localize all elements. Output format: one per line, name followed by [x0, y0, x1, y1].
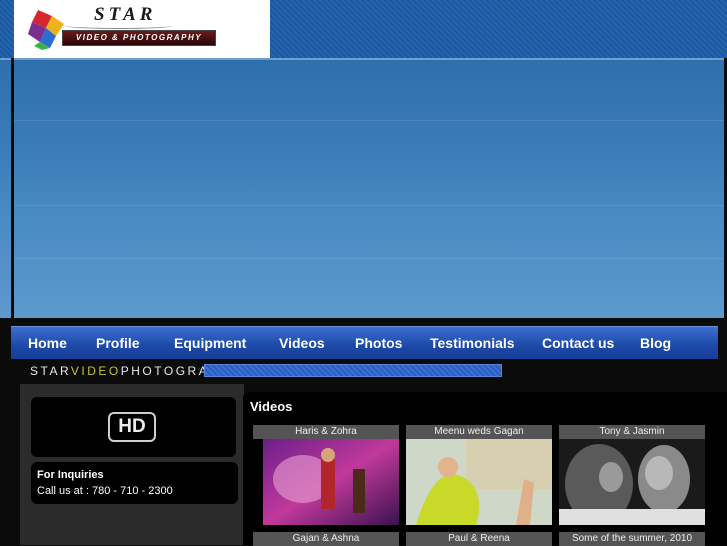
banner-divider — [0, 58, 727, 60]
video-title: Some of the summer, 2010 — [559, 532, 705, 546]
video-card[interactable]: Haris & Zohra — [253, 425, 399, 439]
site-logo[interactable]: STAR VIDEO & PHOTOGRAPHY — [14, 0, 270, 58]
banner-band — [14, 120, 724, 121]
video-card[interactable]: Gajan & Ashna — [253, 532, 399, 546]
videos-heading: Videos — [250, 399, 293, 414]
logo-subtitle: VIDEO & PHOTOGRAPHY — [62, 30, 216, 46]
nav-equipment[interactable]: Equipment — [174, 327, 246, 359]
nav-videos[interactable]: Videos — [279, 327, 325, 359]
inquiries-title: For Inquiries — [37, 469, 104, 481]
video-thumbnail[interactable] — [263, 439, 399, 525]
video-card[interactable]: Some of the summer, 2010 — [559, 532, 705, 546]
nav-home[interactable]: Home — [28, 327, 67, 359]
video-title: Paul & Reena — [406, 532, 552, 546]
nav-photos[interactable]: Photos — [355, 327, 402, 359]
nav-blog[interactable]: Blog — [640, 327, 671, 359]
banner-edge-left — [11, 58, 14, 318]
video-thumbnail[interactable] — [406, 439, 552, 525]
tagline-video: VIDEO — [70, 364, 121, 378]
inquiries-box: For Inquiries Call us at : 780 - 710 - 2… — [31, 462, 238, 504]
logo-title: STAR — [94, 4, 157, 25]
video-card[interactable]: Paul & Reena — [406, 532, 552, 546]
nav-testimonials[interactable]: Testimonials — [430, 327, 515, 359]
tagline-pattern-bar — [204, 364, 502, 377]
banner-band — [14, 258, 724, 259]
video-card[interactable]: Tony & Jasmin — [559, 425, 705, 439]
main-nav: Home Profile Equipment Videos Photos Tes… — [11, 326, 718, 359]
inquiries-phone: Call us at : 780 - 710 - 2300 — [37, 485, 173, 497]
nav-profile[interactable]: Profile — [96, 327, 140, 359]
video-title: Meenu weds Gagan — [406, 425, 552, 439]
banner-band — [14, 205, 724, 206]
video-title: Gajan & Ashna — [253, 532, 399, 546]
video-title: Tony & Jasmin — [559, 425, 705, 439]
video-thumbnail[interactable] — [559, 439, 705, 525]
hd-badge: HD — [108, 412, 156, 442]
tagline-star: STAR — [30, 364, 71, 378]
video-card[interactable]: Meenu weds Gagan — [406, 425, 552, 439]
video-title: Haris & Zohra — [253, 425, 399, 439]
hd-box: HD — [31, 397, 236, 457]
nav-contact-us[interactable]: Contact us — [542, 327, 614, 359]
